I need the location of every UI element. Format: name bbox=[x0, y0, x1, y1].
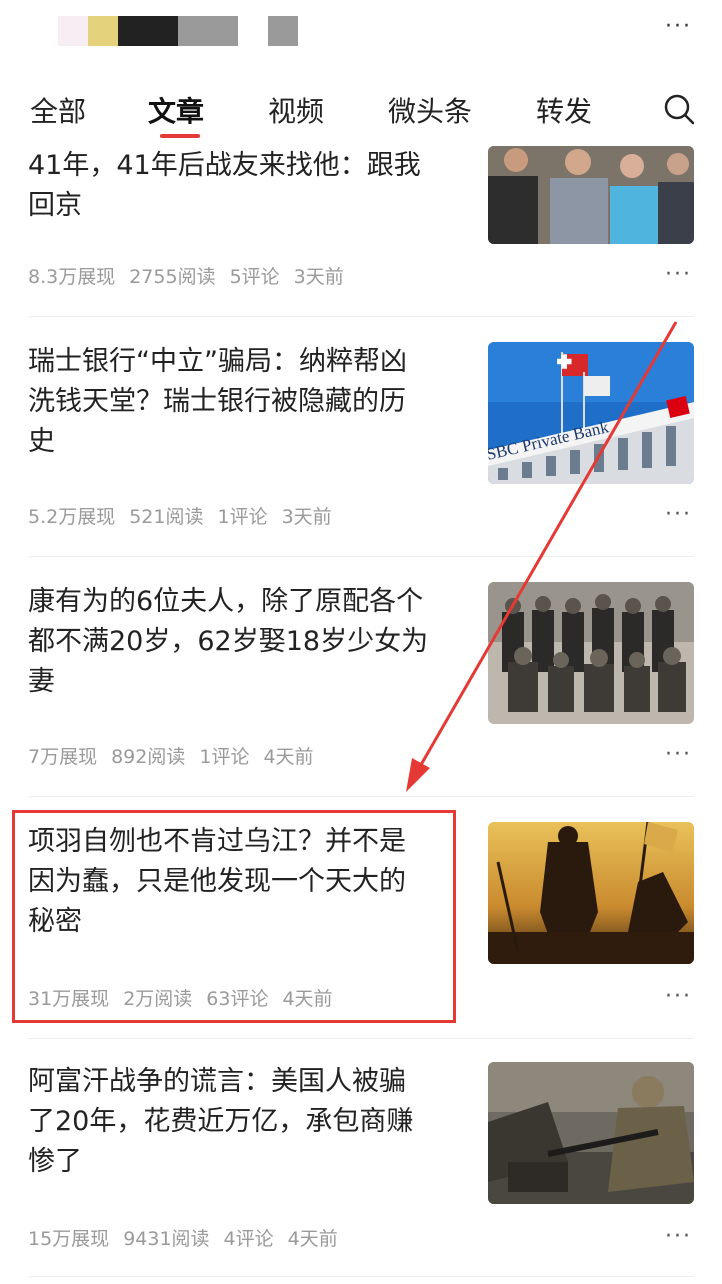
article-more-icon[interactable]: ··· bbox=[665, 984, 692, 1009]
blurred-block bbox=[178, 16, 238, 46]
tab-bar: 全部 文章 视频 微头条 转发 bbox=[0, 78, 722, 144]
blurred-block bbox=[118, 16, 178, 46]
article-title-line: 瑞士银行“中立”骗局：纳粹帮凶 bbox=[28, 346, 407, 377]
article-thumbnail[interactable]: SBC Private Bank bbox=[488, 342, 694, 484]
tab-micro-headlines[interactable]: 微头条 bbox=[388, 90, 472, 130]
article-reads: 521阅读 bbox=[129, 506, 204, 528]
article-views: 8.3万展现 bbox=[28, 266, 116, 288]
active-tab-indicator bbox=[160, 134, 200, 138]
article-views: 15万展现 bbox=[28, 1228, 110, 1250]
article-title[interactable]: 康有为的6位夫人，除了原配各个 都不满20岁，62岁娶18岁少女为 妻 bbox=[28, 582, 448, 702]
divider bbox=[28, 1276, 694, 1277]
tab-all[interactable]: 全部 bbox=[30, 90, 86, 130]
divider bbox=[28, 1038, 694, 1039]
bank-building-image: SBC Private Bank bbox=[488, 342, 694, 484]
article-stats: 5.2万展现 521阅读 1评论 3天前 bbox=[28, 502, 346, 529]
divider bbox=[28, 556, 694, 557]
article-comments: 5评论 bbox=[229, 266, 280, 288]
article-title-line: 洗钱天堂？瑞士银行被隐藏的历 bbox=[28, 386, 406, 417]
article-title-line: 妻 bbox=[28, 666, 55, 697]
article-stats: 15万展现 9431阅读 4评论 4天前 bbox=[28, 1224, 352, 1251]
article-title-line: 惨了 bbox=[28, 1146, 82, 1177]
divider bbox=[28, 316, 694, 317]
top-bar: ··· bbox=[0, 0, 722, 66]
article-title-line: 都不满20岁，62岁娶18岁少女为 bbox=[28, 626, 429, 657]
article-reads: 9431阅读 bbox=[123, 1228, 210, 1250]
search-icon[interactable] bbox=[662, 92, 696, 126]
article-title[interactable]: 瑞士银行“中立”骗局：纳粹帮凶 洗钱天堂？瑞士银行被隐藏的历 史 bbox=[28, 342, 448, 462]
article-comments: 1评论 bbox=[199, 746, 250, 768]
article-more-icon[interactable]: ··· bbox=[665, 502, 692, 527]
article-reads: 892阅读 bbox=[111, 746, 186, 768]
article-thumbnail[interactable] bbox=[488, 146, 694, 244]
tab-articles[interactable]: 文章 bbox=[148, 90, 204, 130]
soldier-scene-image bbox=[488, 1062, 694, 1204]
blurred-avatar bbox=[58, 16, 88, 46]
article-views: 5.2万展现 bbox=[28, 506, 116, 528]
article-time: 4天前 bbox=[287, 1228, 338, 1250]
blurred-block bbox=[88, 16, 118, 46]
article-stats: 8.3万展现 2755阅读 5评论 3天前 bbox=[28, 262, 358, 289]
article-more-icon[interactable]: ··· bbox=[665, 262, 692, 287]
divider bbox=[28, 796, 694, 797]
highlight-box bbox=[12, 810, 456, 1023]
article-title-line: 41年，41年后战友来找他：跟我 bbox=[28, 150, 421, 181]
article-more-icon[interactable]: ··· bbox=[665, 1224, 692, 1249]
tab-videos[interactable]: 视频 bbox=[268, 90, 324, 130]
article-comments: 1评论 bbox=[217, 506, 268, 528]
article-title-line: 了20年，花费近万亿，承包商赚 bbox=[28, 1106, 414, 1137]
article-title[interactable]: 41年，41年后战友来找他：跟我 回京 bbox=[28, 146, 448, 226]
article-thumbnail[interactable] bbox=[488, 822, 694, 964]
article-title-line: 康有为的6位夫人，除了原配各个 bbox=[28, 586, 424, 617]
group-photo-image bbox=[488, 146, 694, 244]
article-title-line: 史 bbox=[28, 426, 55, 457]
article-thumbnail[interactable] bbox=[488, 1062, 694, 1204]
article-time: 3天前 bbox=[293, 266, 344, 288]
article-time: 3天前 bbox=[281, 506, 332, 528]
article-stats: 7万展现 892阅读 1评论 4天前 bbox=[28, 742, 328, 769]
article-reads: 2755阅读 bbox=[129, 266, 216, 288]
blurred-block bbox=[268, 16, 298, 46]
article-thumbnail[interactable] bbox=[488, 582, 694, 724]
article-more-icon[interactable]: ··· bbox=[665, 742, 692, 767]
article-title[interactable]: 阿富汗战争的谎言：美国人被骗 了20年，花费近万亿，承包商赚 惨了 bbox=[28, 1062, 448, 1182]
warrior-scene-image bbox=[488, 822, 694, 964]
article-views: 7万展现 bbox=[28, 746, 98, 768]
article-title-line: 阿富汗战争的谎言：美国人被骗 bbox=[28, 1066, 406, 1097]
article-time: 4天前 bbox=[263, 746, 314, 768]
more-options-icon[interactable]: ··· bbox=[665, 14, 692, 39]
tab-reposts[interactable]: 转发 bbox=[536, 90, 592, 130]
article-comments: 4评论 bbox=[223, 1228, 274, 1250]
article-title-line: 回京 bbox=[28, 190, 82, 221]
historical-photo-image bbox=[488, 582, 694, 724]
